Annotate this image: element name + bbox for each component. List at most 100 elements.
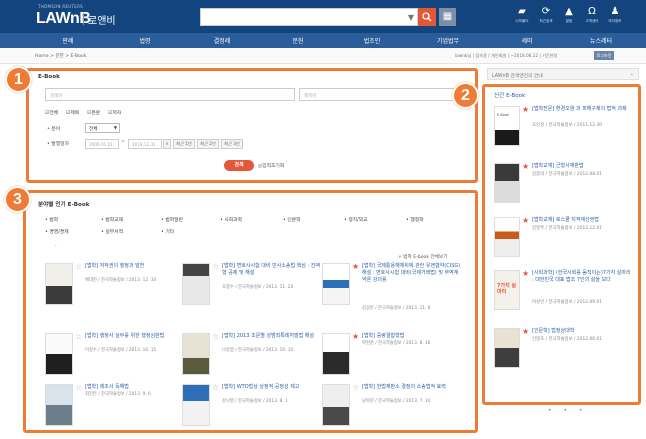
book-title[interactable]: [법학] 변호사시험 대비 민사소송법 핵심 : 진액형 공제 및 해설 — [222, 263, 322, 277]
book-title[interactable]: [법학교재] 군형사재판법 — [532, 163, 632, 170]
check-author[interactable]: ☑저자 — [108, 109, 121, 116]
list-item[interactable]: ★ [법학교재] 로스쿨 지적재산권법 김영주 / 한국학술정보 / 2012.… — [494, 217, 634, 267]
list-item[interactable]: ★ [인문학] 법정상대학 신명호 / 한국학술정보 / 2012.06.01 — [494, 328, 634, 378]
book-cover[interactable] — [45, 333, 73, 375]
option-input[interactable]: 제목어 — [299, 88, 471, 101]
nav-item[interactable]: 결정례 — [192, 36, 252, 45]
book-cover[interactable] — [322, 333, 350, 375]
view-all-link[interactable]: + 법학 E-book 전체보기 — [398, 254, 447, 260]
star-icon[interactable]: ☆ — [212, 263, 219, 271]
book-title[interactable]: [법학] 제조사 독해법 — [85, 384, 185, 391]
check-body[interactable]: ☑본문 — [87, 109, 100, 116]
book-cover[interactable] — [494, 328, 520, 368]
star-icon[interactable]: ☆ — [75, 384, 82, 392]
chevron-down-icon[interactable]: ▼ — [408, 13, 414, 22]
nav-item[interactable]: 세미 — [497, 36, 557, 45]
book-title[interactable]: [사회과학] (한국사회를 움직이는)7가지 실마리 : 대한민국 대표 법조 … — [532, 270, 632, 284]
util-bell[interactable]: ▲ 알림 — [557, 6, 581, 24]
book-title[interactable]: [인문학] 법정상대학 — [532, 328, 632, 335]
date-to-input[interactable]: 2018.12.31 — [128, 139, 162, 149]
book-cover[interactable] — [45, 384, 73, 426]
nav-item[interactable]: 문헌 — [268, 36, 328, 45]
logout-button[interactable]: 로그아웃 — [594, 51, 614, 60]
reset-button[interactable]: ◎입력초기화 — [258, 162, 284, 169]
book-card[interactable]: ☆ [법학] 행정사 실무를 위한 행정심판법 이정수 / 한국학술정보 / 2… — [45, 333, 187, 383]
calendar-icon[interactable]: × — [163, 139, 171, 149]
nav-item[interactable]: 뉴스레터 — [571, 36, 631, 45]
date-btn-1y[interactable]: 최근 1년 — [173, 139, 195, 149]
star-icon[interactable]: ☆ — [75, 263, 82, 271]
field-select[interactable]: 전체 ▼ — [85, 123, 120, 133]
category-social[interactable]: • 사회과학 — [220, 216, 242, 223]
util-user[interactable]: ♟ 마이정보 — [603, 6, 627, 24]
book-card[interactable]: ☆ [법학] 제조사 독해법 최진만 / 한국학술정보 / 2013. 9. 6 — [45, 384, 187, 434]
nav-item[interactable]: 판례 — [38, 36, 98, 45]
expand-arrow-icon[interactable]: ⌄ — [54, 242, 57, 247]
search-icon[interactable] — [418, 8, 436, 26]
carousel-dots[interactable]: • • • — [548, 407, 587, 414]
book-cover[interactable]: 7가지 실마리 — [494, 270, 520, 310]
search-button[interactable]: 검색 — [224, 160, 254, 171]
star-icon[interactable]: ★ — [352, 333, 359, 341]
book-title[interactable]: [법학] 중량결합형법 — [362, 333, 462, 340]
book-title[interactable]: [법학전문] 환경오염 과 피해구제의 법적 과제 — [532, 106, 632, 113]
grid-icon[interactable]: ▦ — [439, 8, 456, 26]
star-icon[interactable]: ☆ — [212, 384, 219, 392]
date-btn-2y[interactable]: 최근 2년 — [197, 139, 219, 149]
nav-item[interactable]: 법령 — [115, 36, 175, 45]
book-card[interactable]: ★ [법학] 국제통용해체위에 관한 유엔협약(CISG) 해설 : 변호사시험… — [322, 263, 464, 313]
book-card[interactable]: ☆ [법학] WTO법상 상정적 공정성 제고 강나영 / 한국학술정보 / 2… — [182, 384, 324, 434]
book-cover[interactable] — [322, 384, 350, 426]
engine-guide-header[interactable]: LAWnB 검색엔진의 안내 ⌄ — [487, 68, 639, 80]
category-politics[interactable]: • 정치/외교 — [344, 216, 368, 223]
star-icon[interactable]: ☆ — [352, 384, 359, 392]
star-icon[interactable]: ☆ — [75, 333, 82, 341]
star-icon[interactable]: ★ — [522, 270, 529, 278]
util-folder[interactable]: ▰ 나의폴더 — [510, 6, 534, 24]
book-title[interactable]: [법학교재] 로스쿨 지적재산권법 — [532, 217, 632, 224]
global-search-input[interactable]: ▼ — [200, 8, 418, 26]
category-admin[interactable]: • 행정학 — [406, 216, 424, 223]
book-title[interactable]: [법학] 헌법재판소 결정의 소송법적 효력 — [362, 384, 462, 391]
star-icon[interactable]: ★ — [522, 328, 529, 336]
star-icon[interactable]: ★ — [352, 263, 359, 271]
book-title[interactable]: [법학] 행정사 실무를 위한 행정심판법 — [85, 333, 185, 340]
book-cover[interactable] — [45, 263, 73, 305]
date-btn-3y[interactable]: 최근 3년 — [221, 139, 243, 149]
util-history[interactable]: ⟳ 최근검색 — [534, 6, 558, 24]
breadcrumb-path[interactable]: Home > 문헌 > E-Book — [35, 53, 86, 59]
book-card[interactable]: ☆ [법학] 헌법재판소 결정의 소송법적 효력 남복현 / 한국학술정보 / … — [322, 384, 464, 434]
book-title[interactable]: [법학] 국제통용해체위에 관한 유엔협약(CISG) 해설 : 변호사시험 대… — [362, 263, 462, 284]
book-cover[interactable] — [182, 333, 210, 375]
star-icon[interactable]: ★ — [522, 217, 529, 225]
star-icon[interactable]: ☆ — [212, 333, 219, 341]
category-humanities[interactable]: • 인문학 — [283, 216, 301, 223]
util-support[interactable]: Ω 고객센터 — [580, 6, 604, 24]
nav-item[interactable]: 법조인 — [342, 36, 402, 45]
book-title[interactable]: [법학] WTO법상 상정적 공정성 제고 — [222, 384, 322, 391]
list-item[interactable]: ★ [법학교재] 군형사재판법 김종대 / 한국학술정보 / 2012.08.0… — [494, 163, 634, 213]
category-general[interactable]: • 법학일반 — [161, 216, 183, 223]
book-cover[interactable] — [494, 217, 520, 257]
star-icon[interactable]: ★ — [522, 163, 529, 171]
book-title[interactable]: [법학] 2013 조문별 성범죄특례처벌법 해설 — [222, 333, 322, 340]
category-practice[interactable]: • 실무서적 — [101, 228, 123, 235]
book-card[interactable]: ☆ [법학] 2013 조문별 성범죄특례처벌법 해설 나승엽 / 한국학술정보… — [182, 333, 324, 383]
book-cover[interactable] — [494, 163, 520, 203]
book-cover[interactable] — [182, 263, 210, 305]
book-card[interactable]: ☆ [법학] 저작권의 행정과 발전 배대헌 / 한국학술정보 / 2013. … — [45, 263, 187, 313]
book-cover[interactable] — [322, 263, 350, 305]
check-title[interactable]: ☑제목 — [66, 109, 79, 116]
category-textbook[interactable]: • 법학교재 — [101, 216, 123, 223]
book-title[interactable]: [법학] 저작권의 행정과 발전 — [85, 263, 185, 270]
book-card[interactable]: ★ [법학] 중량결합형법 박현준 / 한국학술정보 / 2013. 8. 16 — [322, 333, 464, 383]
list-item[interactable]: E-Book ★ [법학전문] 환경오염 과 피해구제의 법적 과제 조인성 /… — [494, 106, 634, 156]
book-cover[interactable]: E-Book — [494, 106, 520, 146]
book-card[interactable]: ☆ [법학] 변호사시험 대비 민사소송법 핵심 : 진액형 공제 및 해설 조… — [182, 263, 324, 313]
category-economy[interactable]: • 경영/경제 — [45, 228, 69, 235]
keyword-input[interactable]: 검색어 — [45, 88, 295, 101]
category-etc[interactable]: • 기타 — [161, 228, 174, 235]
list-item[interactable]: 7가지 실마리 ★ [사회과학] (한국사회를 움직이는)7가지 실마리 : 대… — [494, 270, 634, 324]
category-law[interactable]: • 법학 — [45, 216, 58, 223]
star-icon[interactable]: ★ — [522, 106, 529, 114]
